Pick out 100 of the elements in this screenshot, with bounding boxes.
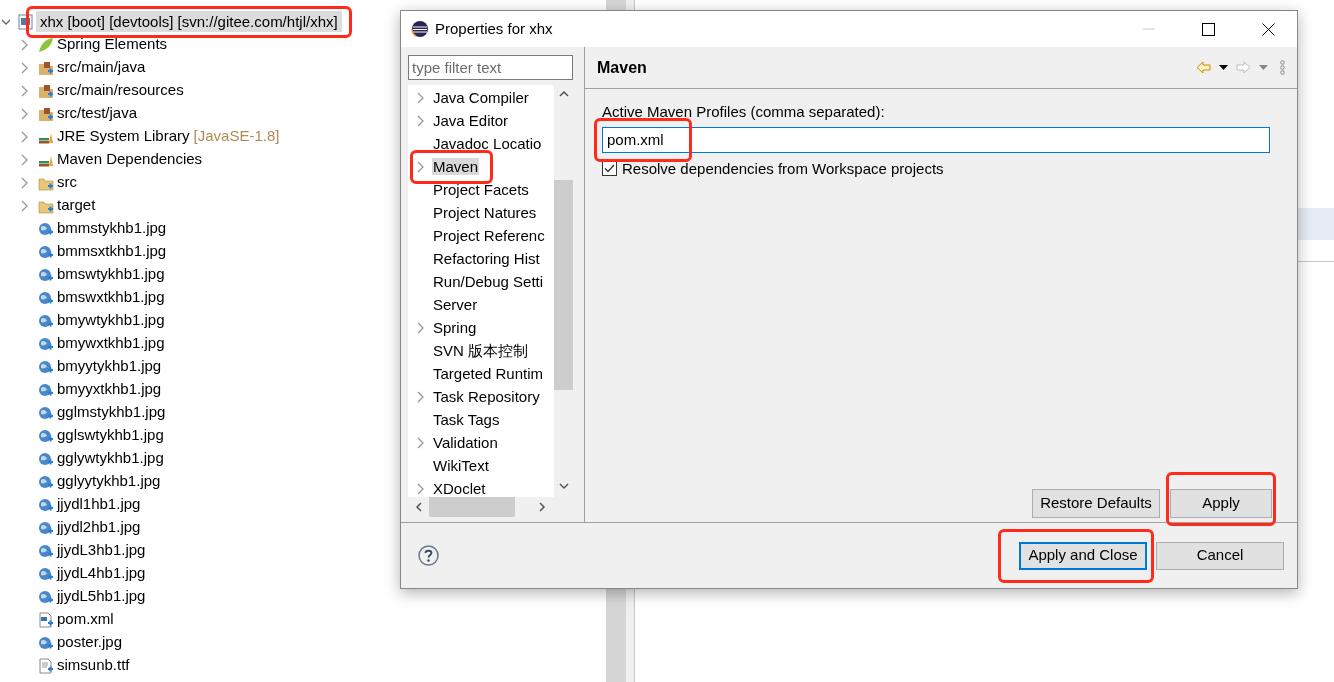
globe-file-icon [38,335,54,352]
tree-item-decoration: [JavaSE-1.8] [193,126,280,147]
tree-item[interactable]: jjydL5hb1.jpg [57,585,146,608]
xml-file-icon [38,611,54,628]
globe-file-icon [38,473,54,490]
tree-item[interactable]: jjydl2hb1.jpg [57,516,141,539]
tree-item[interactable]: gglywtykhb1.jpg [57,447,164,470]
dropdown-icon[interactable] [1219,65,1228,70]
nav-item[interactable]: WikiText [432,456,490,474]
close-icon[interactable] [1262,22,1275,36]
chevron-icon[interactable] [416,160,424,173]
tree-item[interactable]: src [57,171,77,194]
scroll-left-icon[interactable] [415,502,422,512]
chevron-icon[interactable] [416,114,424,127]
check-icon [604,164,615,174]
forward-arrow-icon[interactable] [1236,61,1251,74]
nav-item[interactable]: Java Editor [432,111,510,129]
globe-file-icon [38,542,54,559]
nav-item[interactable]: SVN 版本控制 [432,341,529,359]
chevron-icon[interactable] [20,153,28,166]
field-label: Active Maven Profiles (comma separated): [602,102,886,122]
tree-item[interactable]: gglswtykhb1.jpg [57,424,164,447]
scroll-down-icon[interactable] [558,483,569,490]
tree-item[interactable]: jjydl1hb1.jpg [57,493,141,516]
package-folder-icon [38,59,54,76]
nav-item[interactable]: Targeted Runtim [432,364,545,382]
page-button[interactable]: Restore Defaults [1032,489,1160,518]
profiles-field[interactable]: pom.xml [602,126,1270,153]
chevron-icon[interactable] [20,199,28,212]
chevron-icon[interactable] [20,176,28,189]
tree-item[interactable]: simsunb.ttf [57,654,130,677]
tree-item[interactable]: bmmsxtkhb1.jpg [57,240,167,263]
tree-item[interactable]: gglyytykhb1.jpg [57,470,161,493]
chevron-icon[interactable] [20,84,28,97]
tree-item[interactable]: gglmstykhb1.jpg [57,401,166,424]
chevron-icon[interactable] [20,107,28,120]
nav-item[interactable]: Project Natures [432,203,538,221]
nav-item[interactable]: Maven [432,157,480,175]
globe-file-icon [38,266,54,283]
tree-item[interactable]: target [57,194,96,217]
nav-item[interactable]: Project Referenc [432,226,546,244]
scroll-thumb[interactable] [429,497,515,517]
chevron-icon[interactable] [20,38,28,51]
checkbox-label[interactable]: Resolve dependencies from Workspace projects [622,157,944,180]
globe-file-icon [38,381,54,398]
chevron-icon[interactable] [416,390,424,403]
tree-item[interactable]: jjydL4hb1.jpg [57,562,146,585]
chevron-icon[interactable] [20,61,28,74]
nav-item[interactable]: Server [432,295,479,313]
tree-item[interactable]: src/main/java [57,56,146,79]
nav-item[interactable]: Task Repository [432,387,541,405]
tree-item[interactable]: Maven Dependencies [57,148,203,171]
globe-file-icon [38,243,54,260]
project-name[interactable]: xhx [boot] [devtools] [svn://gitee.com/htjl/xhx] [36,10,342,32]
tree-item[interactable]: JRE System Library [57,125,190,148]
scroll-up-icon[interactable] [558,90,569,97]
nav-item[interactable]: Javadoc Locatio [432,134,543,152]
tree-item[interactable]: bmswtykhb1.jpg [57,263,165,286]
tree-item[interactable]: bmmstykhb1.jpg [57,217,167,240]
globe-file-icon [38,588,54,605]
globe-file-icon [38,565,54,582]
more-icon[interactable] [1280,60,1285,75]
tree-item[interactable]: poster.jpg [57,631,123,654]
nav-item[interactable]: Spring [432,318,478,336]
tree-item[interactable]: bmyyxtkhb1.jpg [57,378,162,401]
maximize-icon[interactable] [1202,22,1215,36]
tree-item[interactable]: bmyytykhb1.jpg [57,355,162,378]
page-button[interactable]: Apply [1170,489,1272,518]
nav-item[interactable]: Refactoring Hist [432,249,541,267]
tree-item[interactable]: src/test/java [57,102,138,125]
back-arrow-icon[interactable] [1196,61,1211,74]
scroll-thumb[interactable] [554,180,573,390]
chevron-icon[interactable] [416,436,424,449]
tree-item[interactable]: Spring Elements [57,33,168,56]
globe-file-icon [38,404,54,421]
nav-item[interactable]: Java Compiler [432,88,530,106]
globe-file-icon [38,289,54,306]
nav-item[interactable]: Run/Debug Setti [432,272,545,290]
dialog-button[interactable]: Apply and Close [1019,541,1147,570]
tree-item[interactable]: bmywtykhb1.jpg [57,309,165,332]
nav-item[interactable]: Task Tags [432,410,501,428]
nav-item[interactable]: Project Facets [432,180,530,198]
page-title: Maven [597,57,647,78]
globe-file-icon [38,427,54,444]
filter-field[interactable]: type filter text [408,55,573,80]
tree-item[interactable]: src/main/resources [57,79,184,102]
tree-item[interactable]: jjydL3hb1.jpg [57,539,146,562]
globe-file-icon [38,312,54,329]
chevron-icon[interactable] [416,91,424,104]
dialog-button[interactable]: Cancel [1156,541,1284,570]
chevron-icon[interactable] [20,130,28,143]
chevron-icon[interactable] [416,321,424,334]
chevron-icon[interactable] [416,482,424,495]
tree-item[interactable]: bmywxtkhb1.jpg [57,332,165,355]
tree-item[interactable]: pom.xml [57,608,114,631]
nav-item[interactable]: Validation [432,433,499,451]
help-icon[interactable] [418,545,439,566]
nav-item[interactable]: XDoclet [432,479,487,497]
scroll-right-icon[interactable] [539,502,546,512]
tree-item[interactable]: bmswxtkhb1.jpg [57,286,165,309]
